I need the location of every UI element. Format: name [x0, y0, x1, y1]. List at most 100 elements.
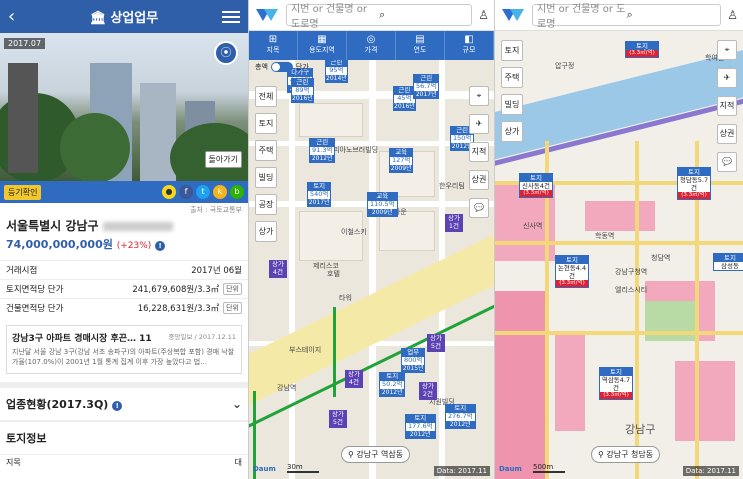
transaction-marker[interactable]: 근린 56.7억 2017년 [413, 74, 440, 99]
unit-toggle-button[interactable]: 단위 [223, 283, 242, 295]
side-filter-button[interactable]: 공장 [255, 194, 277, 215]
transaction-marker[interactable]: 상가 4건 [345, 370, 363, 388]
marker-value: 50.2억 [382, 379, 403, 388]
kakao-talk-icon[interactable]: ● [162, 185, 176, 199]
transaction-marker[interactable]: 토지 276.7억 2012년 [445, 404, 476, 429]
marker-year: 2012년 [406, 430, 435, 438]
info-icon[interactable]: ! [155, 241, 166, 251]
data-version: Data: 2017.11 [682, 466, 739, 476]
transaction-marker[interactable]: 근린 95억 2014년 [325, 58, 348, 83]
info-icon[interactable]: ! [112, 400, 123, 411]
location-pill[interactable]: ⚲ 강남구 청담동 [591, 446, 661, 463]
tab-year[interactable]: ▤ 연도 [396, 31, 445, 60]
chat-icon[interactable]: 💬 [717, 152, 737, 172]
news-card[interactable]: 강남3구 아파트 경매시장 후끈… 11 중앙일보 / 2017.12.11 지난… [6, 325, 242, 374]
marker-area: 삼성동 [721, 262, 739, 271]
news-body: 지난달 서울 강남 3구(강남 서초 송파구)의 아파트(주상복합 포함) 경매… [12, 348, 235, 366]
side-filter-button[interactable]: 토지 [501, 40, 523, 61]
go-back-button[interactable]: 돌아가기 [204, 151, 242, 168]
marker-value: 540억 [310, 189, 329, 198]
transaction-marker[interactable]: 상가 2건 [419, 382, 437, 400]
valueup-logo-icon[interactable] [500, 5, 526, 25]
transaction-marker[interactable]: 근린 89억 2016년 [291, 78, 314, 103]
tab-price[interactable]: ◎ 가격 [347, 31, 396, 60]
land-price-marker[interactable]: 토지 논현동4.4건 (3.3㎡/억) [555, 255, 589, 289]
chevron-down-icon[interactable]: ⌄ [232, 397, 242, 411]
toggle-switch[interactable] [270, 62, 293, 72]
twitter-icon[interactable]: t [196, 185, 210, 199]
tab-land-category[interactable]: ⊞ 지목 [249, 31, 298, 60]
land-price-marker[interactable]: 토지 역삼동4.7건 (3.3㎡/억) [599, 367, 633, 401]
property-detail-panel: ‹ 🏛 상업업무 2017.07 ⦿ 돌아가기 등기확인 ● f t k b 출처… [0, 0, 249, 479]
land-price-marker[interactable]: 토지 삼성동 [713, 253, 743, 272]
locate-icon[interactable]: ⌖ [469, 86, 489, 106]
search-input[interactable]: 지번 or 건물명 or 도로명 ⌕ [286, 4, 473, 30]
transaction-marker[interactable]: 상가 5건 [329, 410, 347, 428]
kakao-story-icon[interactable]: k [213, 185, 227, 199]
locate-icon[interactable]: ⌖ [717, 40, 737, 60]
transaction-marker[interactable]: 토지 177.6억 2012년 [405, 414, 436, 439]
transaction-marker[interactable]: 상가 5건 [427, 334, 445, 352]
land-info-section-header: 토지정보 [0, 419, 248, 454]
valueup-logo-icon[interactable] [254, 5, 280, 25]
transaction-marker[interactable]: 업무 800억 2015년 [401, 348, 426, 373]
side-filter-button[interactable]: 상가 [501, 121, 523, 142]
satellite-icon[interactable]: ✈ [717, 68, 737, 88]
park [645, 301, 695, 341]
location-pill[interactable]: ⚲ 강남구 역삼동 [341, 446, 411, 463]
transaction-marker[interactable]: 상가 4건 [269, 260, 287, 278]
map-place-label: 강남역 [277, 384, 297, 392]
menu-icon[interactable] [222, 8, 240, 26]
map-scale: 30m [287, 463, 319, 473]
land-price-marker[interactable]: 토지 신사동4건 (3.3㎡/억) [519, 173, 553, 199]
side-filter-button[interactable]: 빌딩 [255, 167, 277, 188]
map-place-label: 강남구청역 [615, 268, 648, 276]
tab-zoning[interactable]: ▦ 용도지역 [298, 31, 347, 60]
user-icon[interactable]: ♙ [478, 8, 489, 22]
satellite-icon[interactable]: ✈ [469, 114, 489, 134]
cadastral-button[interactable]: 지적 [469, 142, 489, 162]
land-price-marker[interactable]: 토지 청담동5.7건 (3.3㎡/억) [677, 167, 711, 201]
chevron-left-icon[interactable]: ‹ [8, 6, 26, 27]
transaction-marker[interactable]: 상가 1건 [445, 214, 463, 232]
transaction-marker[interactable]: 토지 540억 2017년 [307, 182, 332, 207]
transaction-marker[interactable]: 교육 110.5억 2009년 [367, 192, 398, 217]
search-icon[interactable]: ⌕ [627, 8, 717, 22]
side-filter-button[interactable]: 빌딩 [501, 94, 523, 115]
cadastral-button[interactable]: 지적 [717, 96, 737, 116]
row-land-unit-price: 토지면적당 단가 241,679,608원/3.3㎡ 단위 [0, 279, 248, 298]
marker-year: 2017년 [308, 198, 331, 206]
search-icon[interactable]: ⌕ [379, 8, 467, 22]
side-filter-button[interactable]: 주택 [501, 67, 523, 88]
roadview-icon[interactable]: ⦿ [214, 41, 238, 65]
side-filter-button[interactable]: 상가 [255, 221, 277, 242]
search-input[interactable]: 지번 or 건물명 or 도로명 ⌕ [532, 4, 722, 30]
side-filter-button[interactable]: 토지 [255, 113, 277, 134]
transaction-marker[interactable]: 토지 50.2억 2012년 [379, 372, 406, 397]
marker-value: 45억 [397, 93, 412, 102]
detail-header: ‹ 🏛 상업업무 [0, 0, 248, 33]
commercial-area-button[interactable]: 상권 [717, 124, 737, 144]
tab-size[interactable]: ◧ 규모 [445, 31, 494, 60]
price-mode-toggle[interactable]: 총액 단가 [255, 62, 309, 72]
side-filter-button[interactable]: 주택 [255, 140, 277, 161]
marker-value: 5건 [330, 418, 346, 427]
map-place-label: 신사역 [523, 222, 543, 230]
unit-toggle-button[interactable]: 단위 [223, 302, 242, 314]
side-filter-button[interactable]: 전체 [255, 86, 277, 107]
industry-section-header[interactable]: 업종현황(2017.3Q) ! ⌄ [0, 381, 248, 420]
facebook-icon[interactable]: f [179, 185, 193, 199]
chat-icon[interactable]: 💬 [469, 198, 489, 218]
band-icon[interactable]: b [230, 185, 244, 199]
map-canvas[interactable] [495, 31, 743, 479]
commercial-area-button[interactable]: 상권 [469, 170, 489, 190]
registry-check-button[interactable]: 등기확인 [4, 184, 42, 200]
land-price-marker[interactable]: 토지 (3.3㎡/억) [625, 41, 659, 58]
user-icon[interactable]: ♙ [727, 8, 738, 22]
transaction-marker[interactable]: 근린 91.3억 2012년 [309, 138, 336, 163]
transaction-marker[interactable]: 교육 127억 2009년 [389, 148, 414, 173]
filter-tabs: ⊞ 지목 ▦ 용도지역 ◎ 가격 ▤ 연도 ◧ 규모 [249, 31, 494, 60]
marker-value: 1건 [446, 222, 462, 231]
marker-unit: (3.3㎡/억) [626, 50, 658, 57]
map-place-label: 부스테이지 [289, 346, 322, 354]
